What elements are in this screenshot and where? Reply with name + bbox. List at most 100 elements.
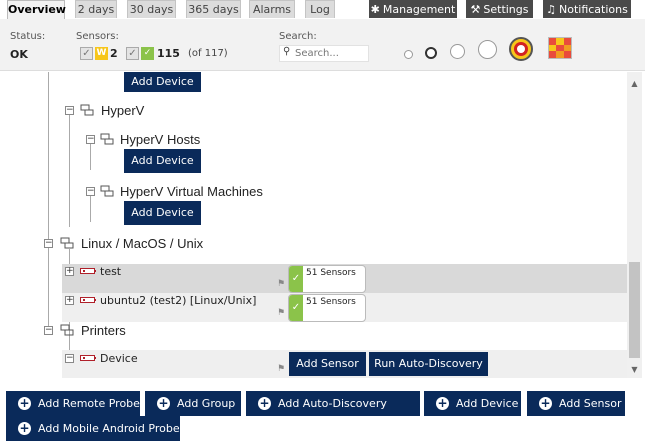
flag-icon: ⚑: [277, 308, 286, 318]
collapse-toggle[interactable]: −: [86, 135, 95, 144]
tab-management-label: Management: [382, 3, 456, 16]
scroll-thumb[interactable]: [629, 262, 640, 358]
search-label: Search:: [279, 31, 317, 42]
device-icon: [80, 355, 96, 361]
tab-settings[interactable]: ⚒ Settings: [466, 0, 533, 18]
button-label: Add Remote Probe: [38, 397, 140, 410]
button-label: Add Sensor: [559, 397, 622, 410]
add-device-button[interactable]: Add Device: [124, 72, 201, 92]
button-label: Add Auto-Discovery Group: [278, 397, 387, 435]
check-icon: ✓: [289, 266, 303, 292]
tab-notifications-label: Notifications: [559, 3, 628, 16]
collapse-toggle[interactable]: −: [44, 239, 53, 248]
button-label: Add Device: [456, 397, 519, 410]
status-value: OK: [10, 48, 28, 61]
collapse-toggle[interactable]: −: [65, 354, 74, 363]
group-linux-macos-unix[interactable]: Linux / MacOS / Unix: [81, 236, 203, 251]
collapse-toggle[interactable]: −: [86, 187, 95, 196]
size-xs-option[interactable]: [404, 50, 413, 59]
vertical-scrollbar[interactable]: ▲ ▼: [627, 72, 642, 378]
ok-filter-checkbox[interactable]: ✓: [126, 47, 139, 60]
sensors-label: Sensors:: [76, 31, 119, 42]
device-icon: [80, 297, 96, 303]
button-label: Add Group: [177, 397, 236, 410]
size-xl-option[interactable]: [509, 37, 533, 61]
group-hyperv-hosts[interactable]: HyperV Hosts: [120, 132, 200, 147]
tab-log[interactable]: Log: [305, 0, 335, 18]
size-l-option[interactable]: [478, 40, 497, 59]
plus-circle-icon: +: [258, 396, 271, 410]
device-tree: Add Device − HyperV − HyperV Hosts Add D…: [0, 72, 627, 378]
plus-circle-icon: +: [539, 396, 552, 410]
sensor-summary[interactable]: ✓ 51 Sensors: [288, 265, 366, 293]
button-label: Add Mobile Android Probe: [38, 422, 180, 435]
group-icon: [80, 104, 94, 116]
group-printers[interactable]: Printers: [81, 323, 126, 338]
add-sensor-button[interactable]: Add Sensor: [289, 352, 366, 376]
status-label: Status:: [10, 31, 46, 42]
flag-icon: ⚑: [277, 364, 286, 374]
tree-line: [48, 72, 49, 328]
tree-line: [90, 144, 91, 170]
group-hyperv[interactable]: HyperV: [101, 103, 144, 118]
total-count: (of 117): [188, 48, 228, 59]
add-auto-discovery-group-button[interactable]: + Add Auto-Discovery Group: [246, 391, 420, 435]
add-device-button[interactable]: Add Device: [124, 201, 201, 225]
add-sensor-button[interactable]: + Add Sensor: [527, 391, 625, 416]
size-xl-core: [517, 45, 525, 53]
add-mobile-android-probe-button[interactable]: + Add Mobile Android Probe: [6, 416, 180, 441]
add-device-button[interactable]: + Add Device: [424, 391, 521, 416]
expand-toggle[interactable]: +: [65, 296, 74, 305]
group-icon: [60, 324, 74, 336]
plus-circle-icon: +: [157, 396, 170, 410]
search-icon: ⚲: [283, 46, 291, 57]
plus-circle-icon: +: [18, 421, 31, 435]
device-test[interactable]: test: [100, 265, 121, 278]
check-icon: ✓: [289, 295, 303, 321]
scroll-down-arrow-icon[interactable]: ▼: [627, 362, 642, 377]
expand-toggle[interactable]: +: [65, 267, 74, 276]
ok-badge: ✓: [141, 47, 154, 60]
group-icon: [100, 133, 114, 145]
tab-alarms[interactable]: Alarms: [249, 0, 295, 18]
add-device-button[interactable]: Add Device: [124, 149, 201, 173]
size-xl-inner: [514, 42, 528, 56]
tab-30-days[interactable]: 30 days: [127, 0, 176, 18]
wrench-icon: ⚒: [470, 3, 481, 16]
tab-bar: Overview 2 days 30 days 365 days Alarms …: [0, 0, 645, 19]
plus-circle-icon: +: [436, 396, 449, 410]
plus-circle-icon: +: [18, 396, 31, 410]
group-hyperv-virtual-machines[interactable]: HyperV Virtual Machines: [120, 184, 263, 199]
collapse-toggle[interactable]: −: [65, 106, 74, 115]
add-remote-probe-button[interactable]: + Add Remote Probe: [6, 391, 140, 416]
collapse-toggle[interactable]: −: [44, 326, 53, 335]
warning-filter-checkbox[interactable]: ✓: [80, 47, 93, 60]
tab-365-days[interactable]: 365 days: [186, 0, 241, 18]
tab-settings-label: Settings: [483, 3, 529, 16]
tab-overview[interactable]: Overview: [7, 0, 66, 19]
tab-2-days[interactable]: 2 days: [75, 0, 117, 18]
device-printer[interactable]: Device: [100, 352, 138, 365]
search-input[interactable]: [295, 47, 367, 60]
tree-line: [69, 109, 70, 227]
tree-line: [90, 196, 91, 222]
device-ubuntu2[interactable]: ubuntu2 (test2) [Linux/Unix]: [100, 294, 256, 307]
mosaic-view-icon[interactable]: [548, 37, 572, 59]
ok-count: 115: [157, 47, 180, 60]
bell-icon: ♫: [546, 3, 556, 16]
group-icon: [100, 185, 114, 197]
warning-count: 2: [110, 47, 118, 60]
tab-management[interactable]: ✱ Management: [369, 0, 457, 18]
scroll-up-arrow-icon[interactable]: ▲: [627, 76, 642, 91]
add-group-button[interactable]: + Add Group: [145, 391, 241, 416]
size-s-option[interactable]: [425, 47, 437, 59]
device-icon: [80, 268, 96, 274]
gear-icon: ✱: [370, 3, 380, 16]
flag-icon: ⚑: [277, 279, 286, 289]
group-icon: [60, 237, 74, 249]
search-box[interactable]: ⚲: [279, 45, 369, 62]
tab-notifications[interactable]: ♫ Notifications: [543, 0, 631, 18]
size-m-option[interactable]: [450, 44, 465, 59]
sensor-summary[interactable]: ✓ 51 Sensors: [288, 294, 366, 322]
run-auto-discovery-button[interactable]: Run Auto-Discovery: [369, 352, 488, 376]
